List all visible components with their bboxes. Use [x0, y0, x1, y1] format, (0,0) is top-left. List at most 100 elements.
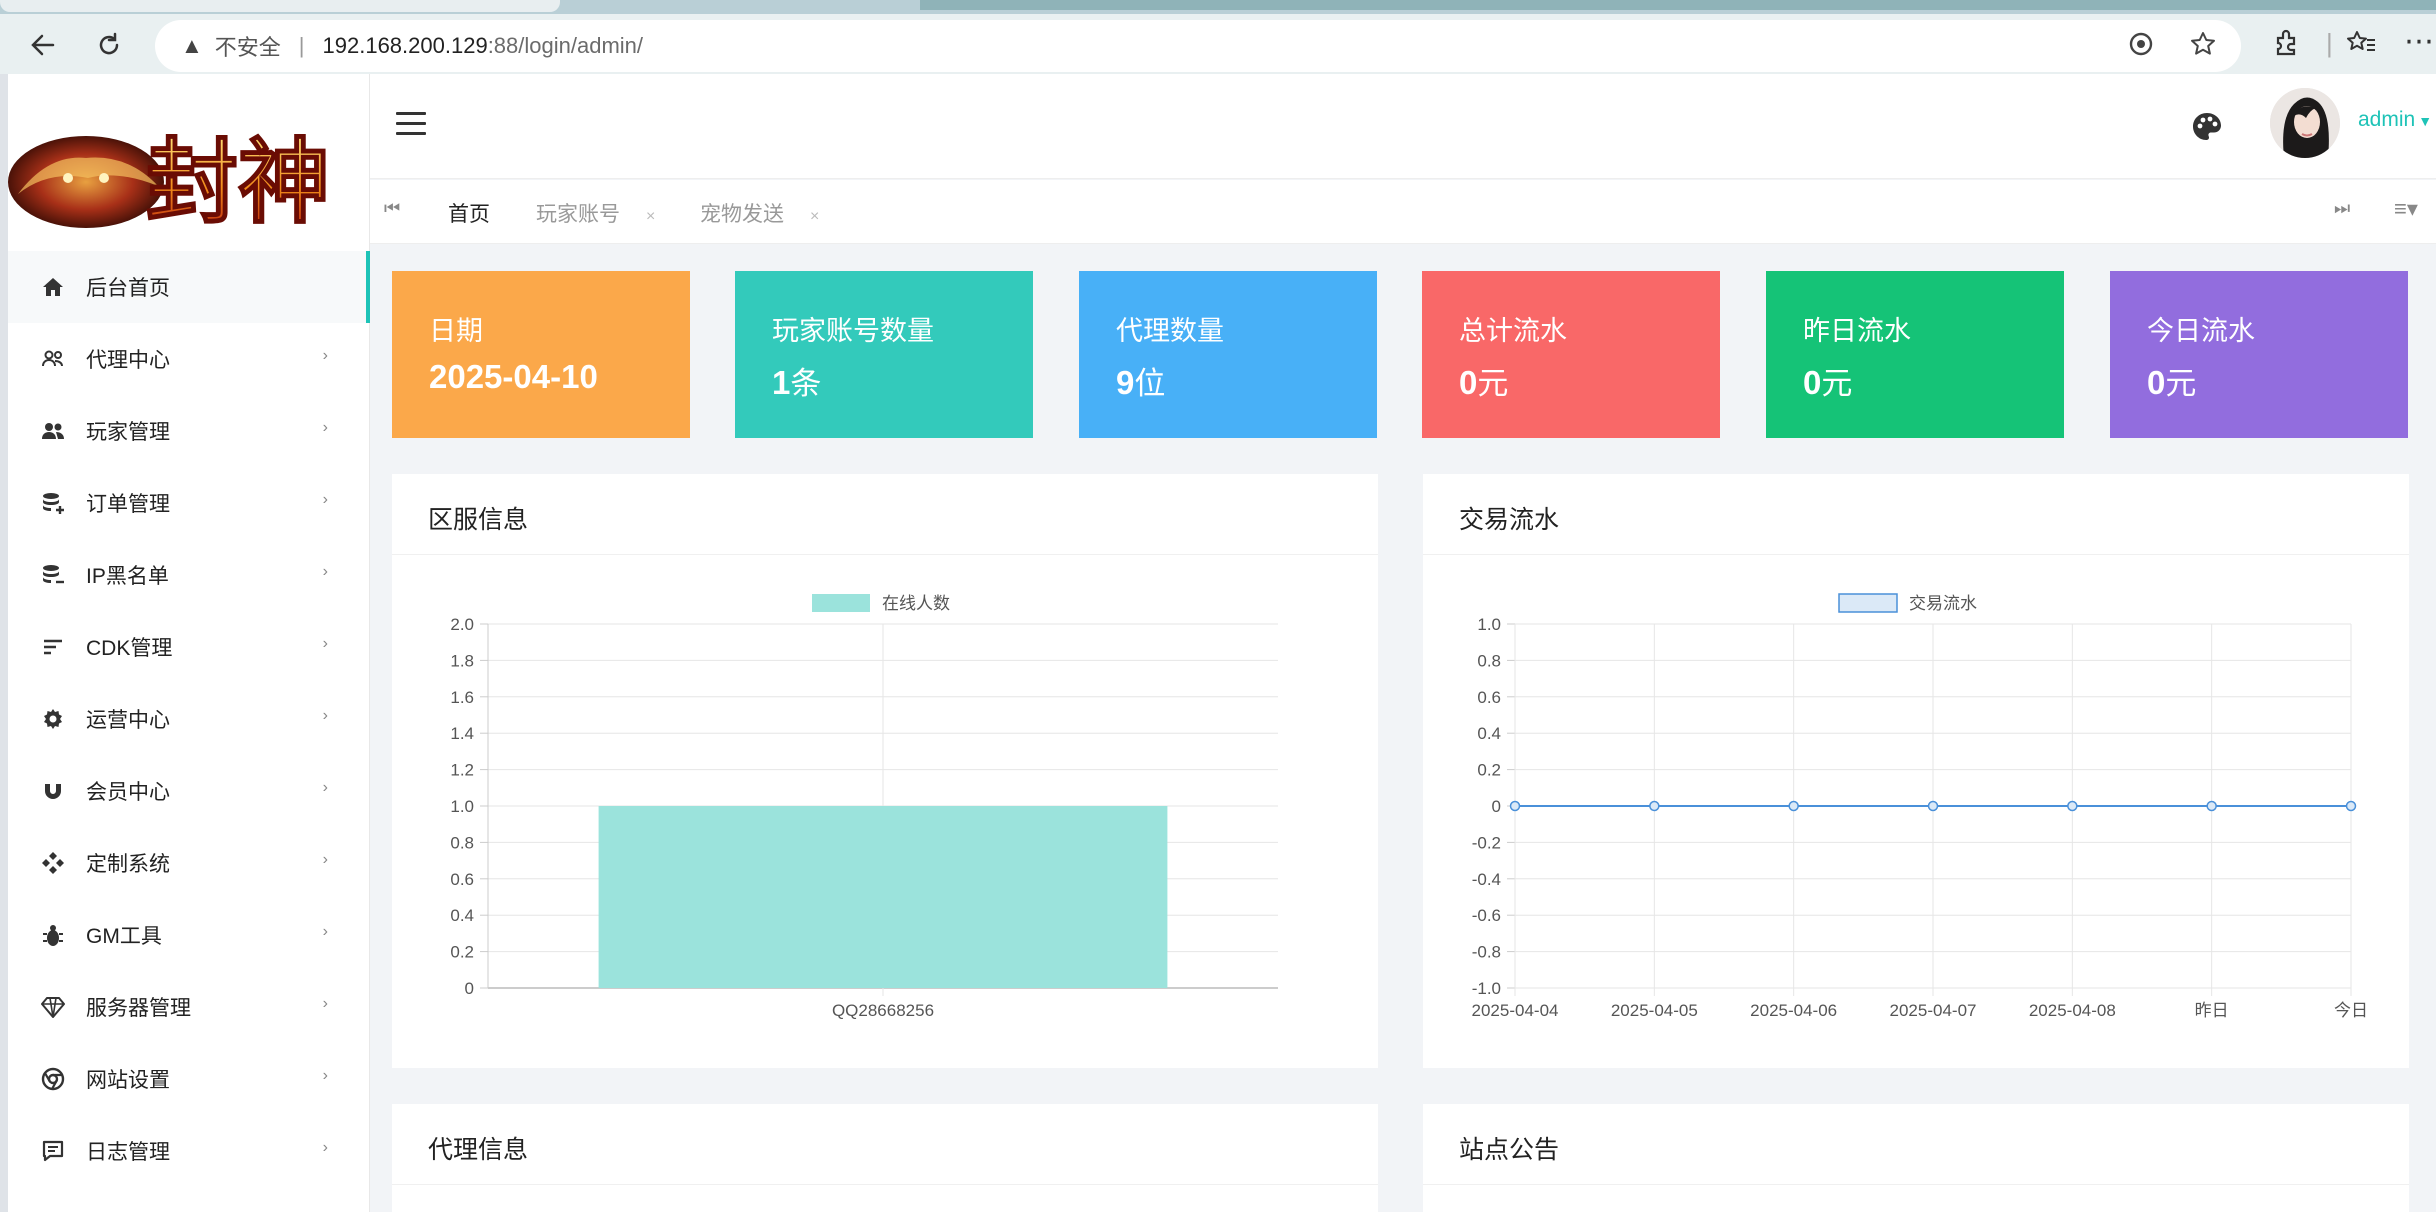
sidebar-item-order-management[interactable]: 订单管理 ›: [8, 467, 370, 539]
security-label: 不安全: [214, 35, 281, 60]
diamonds-icon: [40, 850, 66, 876]
sidebar-item-server-management[interactable]: 服务器管理 ›: [8, 971, 370, 1043]
chevron-right-icon: ›: [322, 851, 328, 868]
panel-divider: [392, 1184, 1378, 1185]
stat-card-today-revenue: 今日流水 0元: [2110, 271, 2408, 438]
tab-close-icon[interactable]: ×: [646, 208, 655, 225]
transaction-flow-chart: 交易流水 1.0 0.8 0.6 0.4 0.2 0 -0.2 -0.4 -0.6 -0.8 -1.0…: [1472, 593, 2368, 1020]
panel-transactions: 交易流水 交易流水 1.0 0.8 0.6 0.4 0.2 0 -0.2 -0.4 -0.6 -0.…: [1423, 474, 2409, 1068]
menu-toggle-icon[interactable]: [396, 112, 426, 136]
sidebar-item-dashboard[interactable]: 后台首页: [8, 251, 370, 323]
online-players-chart: 在线人数 2.0 1.8 1.6 1.4 1.2 1.0 0.8 0.6 0.4 0.2 0 QQ286…: [450, 594, 1278, 1020]
data-point: [2206, 800, 2217, 812]
chevron-right-icon: ›: [322, 995, 328, 1012]
more-options-icon[interactable]: ⋯: [2404, 24, 2434, 59]
stat-label: 今日流水: [2147, 316, 2255, 346]
sidebar-item-agent-center[interactable]: 代理中心 ›: [8, 323, 370, 395]
chevron-right-icon: ›: [322, 779, 328, 796]
stat-card-player-accounts: 玩家账号数量 1条: [735, 271, 1033, 438]
svg-text:封神: 封神: [146, 132, 330, 234]
address-bar[interactable]: ▲ 不安全 | 192.168.200.129:88/login/admin/: [155, 20, 2241, 72]
tab-label: 首页: [448, 203, 490, 226]
top-header: admin ▼: [370, 74, 2436, 179]
palette-icon[interactable]: [2190, 110, 2224, 144]
sidebar: 封神 后台首页 代理中心 › 玩家管理 › 订单管理 › IP黑名单 › CDK…: [8, 74, 370, 1212]
sidebar-item-label: 定制系统: [86, 853, 170, 876]
sidebar-item-operations-center[interactable]: 运营中心 ›: [8, 683, 370, 755]
y-tick-label: 2.0: [450, 615, 474, 634]
tab-label: 玩家账号: [536, 203, 620, 226]
sidebar-item-custom-system[interactable]: 定制系统 ›: [8, 827, 370, 899]
stat-value: 0元: [2147, 364, 2197, 401]
browser-tab-inactive[interactable]: [920, 0, 2436, 10]
y-tick-label: 0: [465, 979, 474, 998]
panel-site-announcement: 站点公告: [1423, 1104, 2409, 1212]
back-icon[interactable]: [22, 24, 64, 66]
users-icon: [40, 418, 66, 444]
caret-down-icon: ▼: [2418, 113, 2433, 129]
chevron-right-icon: ›: [322, 419, 328, 436]
page-tabs: ⏮ 首页 玩家账号 × 宠物发送 × ⏭ ≡▾: [370, 180, 2436, 244]
stat-value: 0元: [1459, 364, 1509, 401]
chevron-right-icon: ›: [322, 707, 328, 724]
sidebar-item-player-management[interactable]: 玩家管理 ›: [8, 395, 370, 467]
stat-label: 代理数量: [1116, 316, 1224, 346]
tab-close-icon[interactable]: ×: [810, 208, 819, 225]
sidebar-item-label: 网站设置: [86, 1069, 170, 1092]
chevron-right-icon: ›: [322, 1139, 328, 1156]
tab-pet-send[interactable]: 宠物发送 ×: [700, 198, 819, 228]
refresh-icon[interactable]: [88, 24, 130, 66]
extensions-icon[interactable]: [2270, 28, 2300, 65]
logo[interactable]: 封神: [8, 74, 370, 249]
panel-divider: [1423, 1184, 2409, 1185]
user-menu[interactable]: admin ▼: [2358, 108, 2432, 132]
data-point: [2067, 800, 2078, 812]
x-tick-label: 2025-04-06: [1750, 1001, 1837, 1020]
sidebar-item-label: 订单管理: [86, 493, 170, 516]
favorites-icon[interactable]: [2345, 28, 2377, 65]
x-tick-label: 昨日: [2195, 1001, 2229, 1020]
stat-value: 9位: [1116, 364, 1166, 401]
stat-label: 玩家账号数量: [772, 316, 934, 346]
avatar[interactable]: [2270, 88, 2340, 158]
data-point: [1927, 800, 1939, 812]
data-point: [1509, 800, 1521, 812]
panel-agent-info: 代理信息: [392, 1104, 1378, 1212]
x-tick-label: 今日: [2334, 1001, 2368, 1020]
sidebar-item-ip-blacklist[interactable]: IP黑名单 ›: [8, 539, 370, 611]
gear-icon: [40, 706, 66, 732]
sidebar-item-label: 会员中心: [86, 781, 170, 804]
sidebar-item-label: 运营中心: [86, 709, 170, 732]
read-aloud-icon[interactable]: [2127, 30, 2155, 65]
sidebar-menu: 后台首页 代理中心 › 玩家管理 › 订单管理 › IP黑名单 › CDK管理 …: [8, 251, 370, 1187]
x-tick-label: QQ28668256: [832, 1001, 934, 1020]
chevron-right-icon: ›: [322, 923, 328, 940]
y-tick-label: 0.6: [1477, 688, 1501, 707]
tab-home[interactable]: 首页: [448, 198, 490, 228]
browser-tab-active[interactable]: [0, 0, 560, 12]
stat-label: 日期: [429, 316, 483, 346]
page: 封神 后台首页 代理中心 › 玩家管理 › 订单管理 › IP黑名单 › CDK…: [8, 74, 2436, 1212]
sidebar-item-gm-tools[interactable]: GM工具 ›: [8, 899, 370, 971]
sidebar-item-member-center[interactable]: 会员中心 ›: [8, 755, 370, 827]
favorite-star-icon[interactable]: [2189, 30, 2217, 65]
chrome-icon: [40, 1066, 66, 1092]
sidebar-item-label: 日志管理: [86, 1141, 170, 1164]
data-point: [1649, 800, 1660, 812]
stat-value: 0元: [1803, 364, 1853, 401]
sidebar-item-label: IP黑名单: [86, 565, 169, 588]
sidebar-item-site-settings[interactable]: 网站设置 ›: [8, 1043, 370, 1115]
sidebar-item-cdk-management[interactable]: CDK管理 ›: [8, 611, 370, 683]
sidebar-item-log-management[interactable]: 日志管理 ›: [8, 1115, 370, 1187]
tabs-scroll-right-icon[interactable]: ⏭: [2334, 198, 2350, 219]
stat-card-total-revenue: 总计流水 0元: [1422, 271, 1720, 438]
y-tick-label: 0.4: [1477, 724, 1501, 743]
database-minus-icon: [40, 562, 66, 588]
tabs-menu-icon[interactable]: ≡▾: [2394, 196, 2418, 222]
legend-swatch: [1838, 593, 1898, 613]
stat-label: 总计流水: [1459, 316, 1567, 346]
tab-player-accounts[interactable]: 玩家账号 ×: [536, 198, 655, 228]
legend-label: 在线人数: [882, 594, 950, 613]
tabs-scroll-left-icon[interactable]: ⏮: [384, 198, 400, 219]
legend-swatch: [812, 594, 870, 612]
